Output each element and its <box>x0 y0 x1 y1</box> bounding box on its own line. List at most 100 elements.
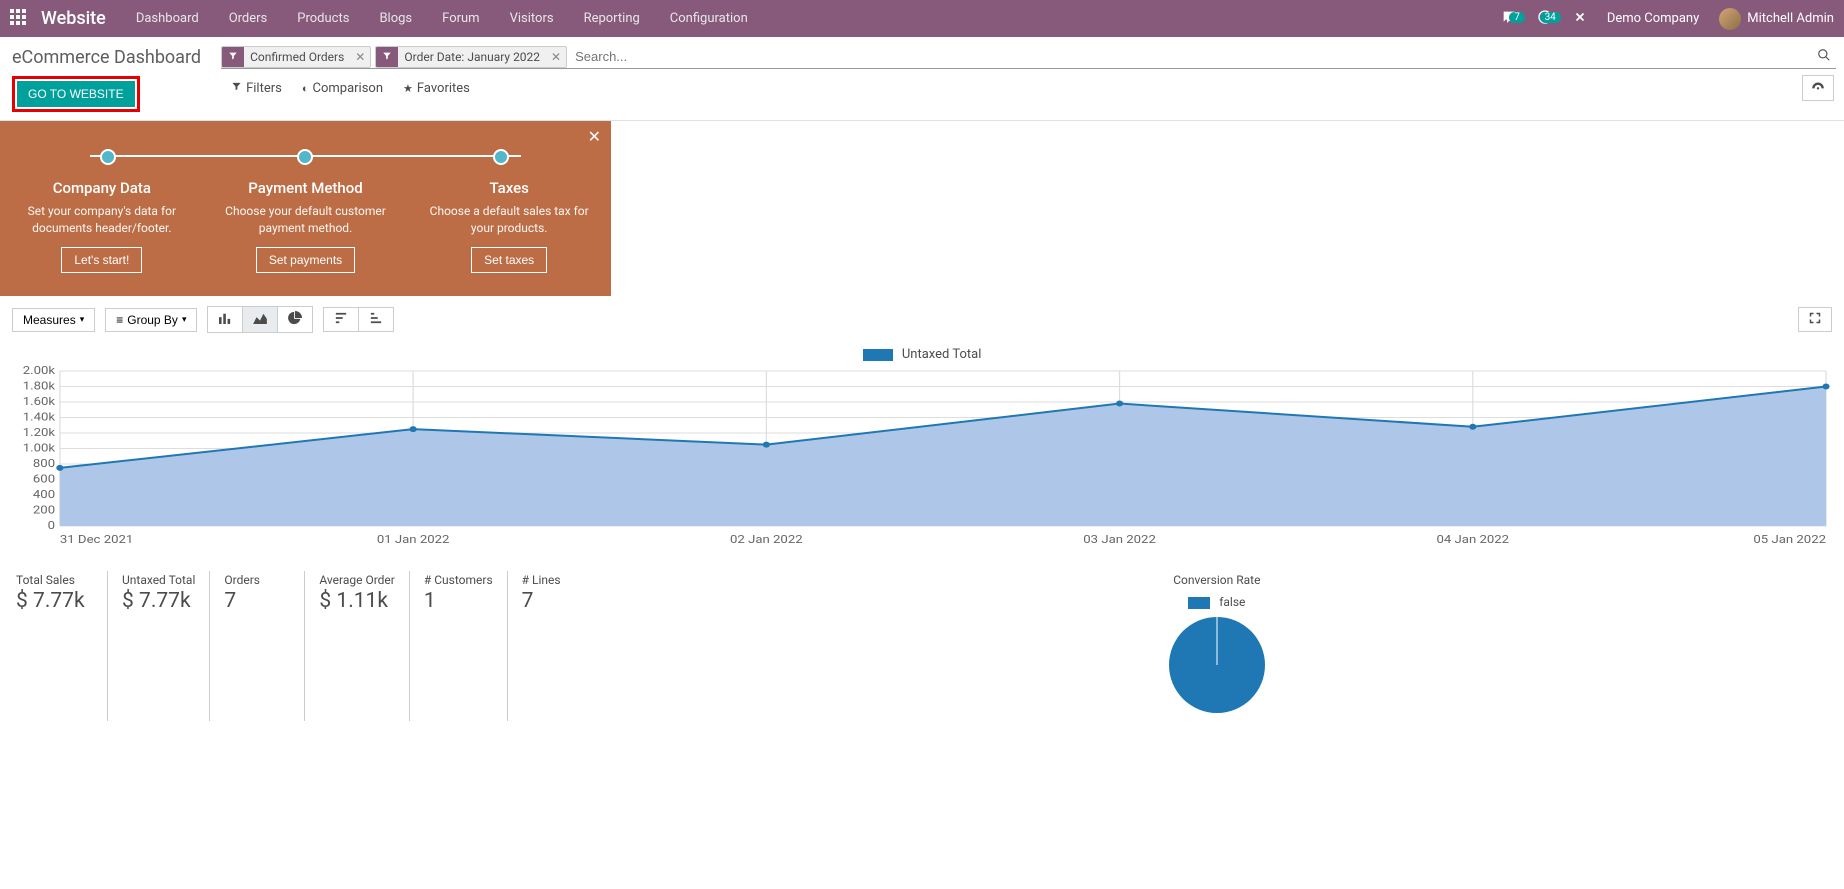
sort-desc-icon <box>334 312 348 327</box>
comparison-dropdown[interactable]: ◐ Comparison <box>292 77 393 100</box>
svg-text:0: 0 <box>48 519 56 532</box>
onboard-company-button[interactable]: Let's start! <box>61 247 142 273</box>
kpi-value: 7 <box>224 589 290 613</box>
dashboard-view-button[interactable] <box>1802 75 1834 101</box>
pie-chart <box>1167 615 1267 715</box>
menu-orders[interactable]: Orders <box>214 0 283 37</box>
favorites-dropdown[interactable]: ★ Favorites <box>393 77 480 100</box>
caret-down-icon: ▾ <box>182 314 187 325</box>
kpi-label: # Customers <box>424 573 493 587</box>
onboard-desc: Set your company's data for documents he… <box>10 203 194 237</box>
facet-remove-icon[interactable]: ✕ <box>546 48 566 66</box>
kpi-value: 7 <box>522 589 588 613</box>
kpi-label: Average Order <box>319 573 394 587</box>
menu-dashboard[interactable]: Dashboard <box>121 0 214 37</box>
kpi-value: $ 7.77k <box>16 589 93 613</box>
activity-menu[interactable]: 34 <box>1527 9 1563 29</box>
bar-chart-icon <box>218 312 232 327</box>
measures-dropdown[interactable]: Measures ▾ <box>12 308 95 332</box>
line-chart-button[interactable] <box>242 306 277 333</box>
kpi-value: 1 <box>424 589 493 613</box>
search-facet-confirmed: Confirmed Orders ✕ <box>221 46 371 68</box>
favorites-label: Favorites <box>417 81 470 96</box>
search-input[interactable] <box>571 45 1812 68</box>
menu-products[interactable]: Products <box>282 0 364 37</box>
search-icon[interactable] <box>1812 48 1836 66</box>
menu-configuration[interactable]: Configuration <box>655 0 763 37</box>
kpi-customers: # Customers 1 <box>409 571 507 721</box>
close-icon[interactable]: ✕ <box>588 127 601 146</box>
menu-reporting[interactable]: Reporting <box>569 0 655 37</box>
avatar-icon <box>1719 8 1741 30</box>
apps-grid-icon[interactable] <box>0 9 36 29</box>
svg-text:01 Jan 2022: 01 Jan 2022 <box>377 533 450 546</box>
funnel-icon <box>231 81 242 95</box>
kpi-label: Total Sales <box>16 573 93 587</box>
onboard-step-taxes: Taxes Choose a default sales tax for you… <box>407 131 611 273</box>
kpi-orders: Orders 7 <box>209 571 304 721</box>
menu-forum[interactable]: Forum <box>427 0 494 37</box>
groupby-dropdown[interactable]: ≡ Group By▾ <box>105 308 197 332</box>
onboarding-banner: ✕ Company Data Set your company's data f… <box>0 121 611 296</box>
company-switcher[interactable]: Demo Company <box>1597 11 1709 26</box>
search-toolbar: Filters ◐ Comparison ★ Favorites <box>221 75 1836 101</box>
caret-down-icon: ▾ <box>80 314 85 325</box>
svg-text:1.40k: 1.40k <box>23 411 56 424</box>
company-name: Demo Company <box>1607 11 1699 26</box>
top-menu: Dashboard Orders Products Blogs Forum Vi… <box>121 0 763 37</box>
sort-asc-button[interactable] <box>358 307 394 332</box>
sort-desc-button[interactable] <box>323 307 358 332</box>
facet-label: Confirmed Orders <box>244 47 350 67</box>
kpi-label: Untaxed Total <box>122 573 195 587</box>
control-panel: eCommerce Dashboard GO TO WEBSITE Confir… <box>0 37 1844 121</box>
facet-remove-icon[interactable]: ✕ <box>350 48 370 66</box>
onboard-payment-button[interactable]: Set payments <box>256 247 355 273</box>
svg-text:600: 600 <box>33 473 55 486</box>
kpi-avg-order: Average Order $ 1.11k <box>304 571 408 721</box>
legend-label: Untaxed Total <box>902 347 981 362</box>
kpi-untaxed-total: Untaxed Total $ 7.77k <box>107 571 209 721</box>
kpi-value: $ 7.77k <box>122 589 195 613</box>
svg-text:31 Dec 2021: 31 Dec 2021 <box>60 533 133 546</box>
onboard-desc: Choose a default sales tax for your prod… <box>417 203 601 237</box>
main-content: ✕ Company Data Set your company's data f… <box>0 121 1844 889</box>
go-to-website-button[interactable]: GO TO WEBSITE <box>17 81 135 107</box>
debug-menu[interactable] <box>1563 10 1597 28</box>
onboard-desc: Choose your default customer payment met… <box>214 203 398 237</box>
kpi-value: $ 1.11k <box>319 589 394 613</box>
onboard-title: Company Data <box>10 179 194 197</box>
messaging-menu[interactable]: 7 <box>1491 9 1527 29</box>
expand-button[interactable] <box>1798 307 1832 332</box>
comparison-label: Comparison <box>313 81 384 96</box>
groupby-label: Group By <box>127 313 178 327</box>
page-title: eCommerce Dashboard <box>12 47 201 68</box>
menu-blogs[interactable]: Blogs <box>364 0 427 37</box>
comparison-icon: ◐ <box>302 82 309 95</box>
kpi-row: Total Sales $ 7.77k Untaxed Total $ 7.77… <box>0 565 1844 727</box>
kpi-conversion: Conversion Rate false <box>602 571 1832 721</box>
bar-chart-button[interactable] <box>207 306 242 333</box>
messages-badge: 7 <box>1509 12 1525 23</box>
svg-text:1.80k: 1.80k <box>23 380 56 393</box>
svg-text:2.00k: 2.00k <box>23 366 56 377</box>
expand-icon <box>1809 312 1821 327</box>
user-menu[interactable]: Mitchell Admin <box>1709 8 1844 30</box>
app-brand[interactable]: Website <box>36 8 121 29</box>
onboard-taxes-button[interactable]: Set taxes <box>471 247 547 273</box>
filters-dropdown[interactable]: Filters <box>221 77 292 100</box>
kpi-label: # Lines <box>522 573 588 587</box>
svg-text:1.20k: 1.20k <box>23 426 56 439</box>
filter-icon <box>222 47 244 67</box>
legend-swatch <box>863 349 893 361</box>
kpi-label: Conversion Rate <box>616 573 1818 587</box>
kpi-lines: # Lines 7 <box>507 571 602 721</box>
pie-chart-icon <box>288 311 302 328</box>
measures-label: Measures <box>23 313 76 327</box>
menu-visitors[interactable]: Visitors <box>495 0 569 37</box>
pie-legend-label: false <box>1219 595 1245 609</box>
svg-text:400: 400 <box>33 488 55 501</box>
bug-icon <box>1573 10 1587 28</box>
systray: 7 34 Demo Company Mitchell Admin <box>1491 0 1844 37</box>
chart-legend: Untaxed Total <box>0 343 1844 366</box>
pie-chart-button[interactable] <box>277 306 313 333</box>
